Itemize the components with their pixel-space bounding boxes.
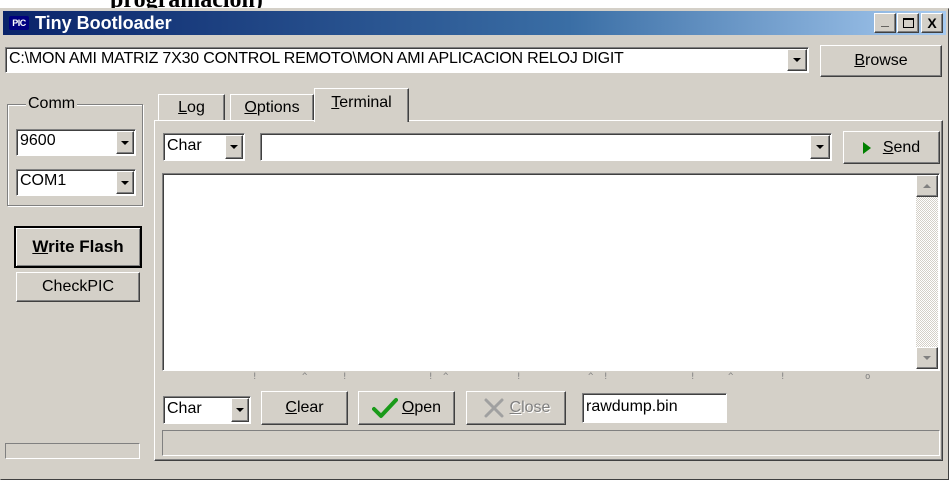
send-mode-value: Char [167,137,202,154]
close-port-label: Close [509,399,551,416]
com-port-dropdown-button[interactable] [116,171,134,194]
scroll-down-button[interactable] [916,347,938,369]
send-button[interactable]: Send [843,131,940,164]
com-port-value: COM1 [20,172,67,189]
close-port-button: Close [466,391,566,425]
chevron-down-icon [230,145,238,149]
browse-label: Browse [854,52,908,69]
tab-terminal[interactable]: Terminal [314,88,409,122]
terminal-scrollbar[interactable] [916,175,938,369]
write-flash-label: Write Flash [32,237,124,256]
file-path-combobox[interactable]: C:\MON AMI MATRIZ 7X30 CONTROL REMOTO\MO… [5,47,809,73]
ruler-mark: ! [428,372,434,382]
tab-options-label: Options [244,98,300,116]
chevron-up-icon [923,184,931,188]
com-port-select[interactable]: COM1 [16,169,136,196]
maximize-button[interactable] [897,13,919,33]
write-flash-button[interactable]: Write Flash [14,226,142,268]
baud-rate-value: 9600 [20,132,56,149]
chevron-down-icon [121,140,129,145]
ruler-mark: ! [603,372,609,382]
open-button[interactable]: Open [358,391,455,425]
file-path-value: C:\MON AMI MATRIZ 7X30 CONTROL REMOTO\MO… [9,50,624,67]
minimize-icon: _ [881,12,889,28]
clear-button[interactable]: Clear [261,391,348,425]
send-mode-dropdown-button[interactable] [225,135,243,159]
ruler-mark: ! [252,372,258,382]
chevron-down-icon [816,145,824,149]
tab-terminal-label: Terminal [331,93,392,111]
terminal-output-text [163,174,939,178]
chevron-down-icon [923,356,931,360]
chevron-down-icon [121,180,129,185]
ruler-mark: ! [780,372,786,382]
ruler-mark: ^ [588,372,594,382]
status-bar [162,430,940,456]
ruler-mark: ^ [443,372,449,382]
send-label: Send [882,138,921,156]
tab-options[interactable]: Options [230,94,314,120]
close-window-button[interactable]: X [921,13,943,33]
progress-bar [5,443,140,459]
title-bar[interactable]: PIC Tiny Bootloader _ X [3,11,946,35]
ruler-mark: ^ [728,372,734,382]
scroll-up-button[interactable] [916,175,938,197]
tab-log-label: Log [178,98,205,116]
send-input-combobox[interactable] [260,133,832,161]
comm-group-label: Comm [26,95,78,113]
minimize-button[interactable]: _ [874,12,896,33]
play-icon [862,141,871,154]
terminal-output[interactable] [162,173,940,371]
ruler-mark: ! [690,372,696,382]
window-title: Tiny Bootloader [35,12,172,33]
chevron-down-icon [793,58,801,62]
clear-label: Clear [285,399,324,416]
receive-mode-dropdown-button[interactable] [231,398,249,422]
receive-mode-value: Char [167,400,202,417]
baud-dropdown-button[interactable] [116,131,134,154]
ruler-mark: ^ [302,372,308,382]
close-icon: X [927,15,937,31]
dump-file-input[interactable]: rawdump.bin [582,393,727,423]
send-input-dropdown-button[interactable] [810,135,830,159]
file-path-dropdown-button[interactable] [787,49,807,71]
receive-mode-select[interactable]: Char [163,396,251,424]
checkpic-label: CheckPIC [41,278,115,295]
ruler-mark: o [865,372,871,382]
browse-button[interactable]: Browse [820,45,942,77]
checkpic-button[interactable]: CheckPIC [16,272,140,302]
dump-file-value: rawdump.bin [586,398,678,415]
close-x-icon [484,398,504,418]
checkmark-icon [371,398,398,418]
pic-app-icon: PIC [9,16,29,30]
open-label: Open [401,399,442,416]
baud-rate-select[interactable]: 9600 [16,129,136,156]
maximize-icon [902,18,914,28]
chevron-down-icon [236,408,244,412]
tab-log[interactable]: Log [158,94,225,120]
ruler-mark: ! [342,372,348,382]
send-mode-select[interactable]: Char [163,133,245,161]
ruler-mark: ! [516,372,522,382]
